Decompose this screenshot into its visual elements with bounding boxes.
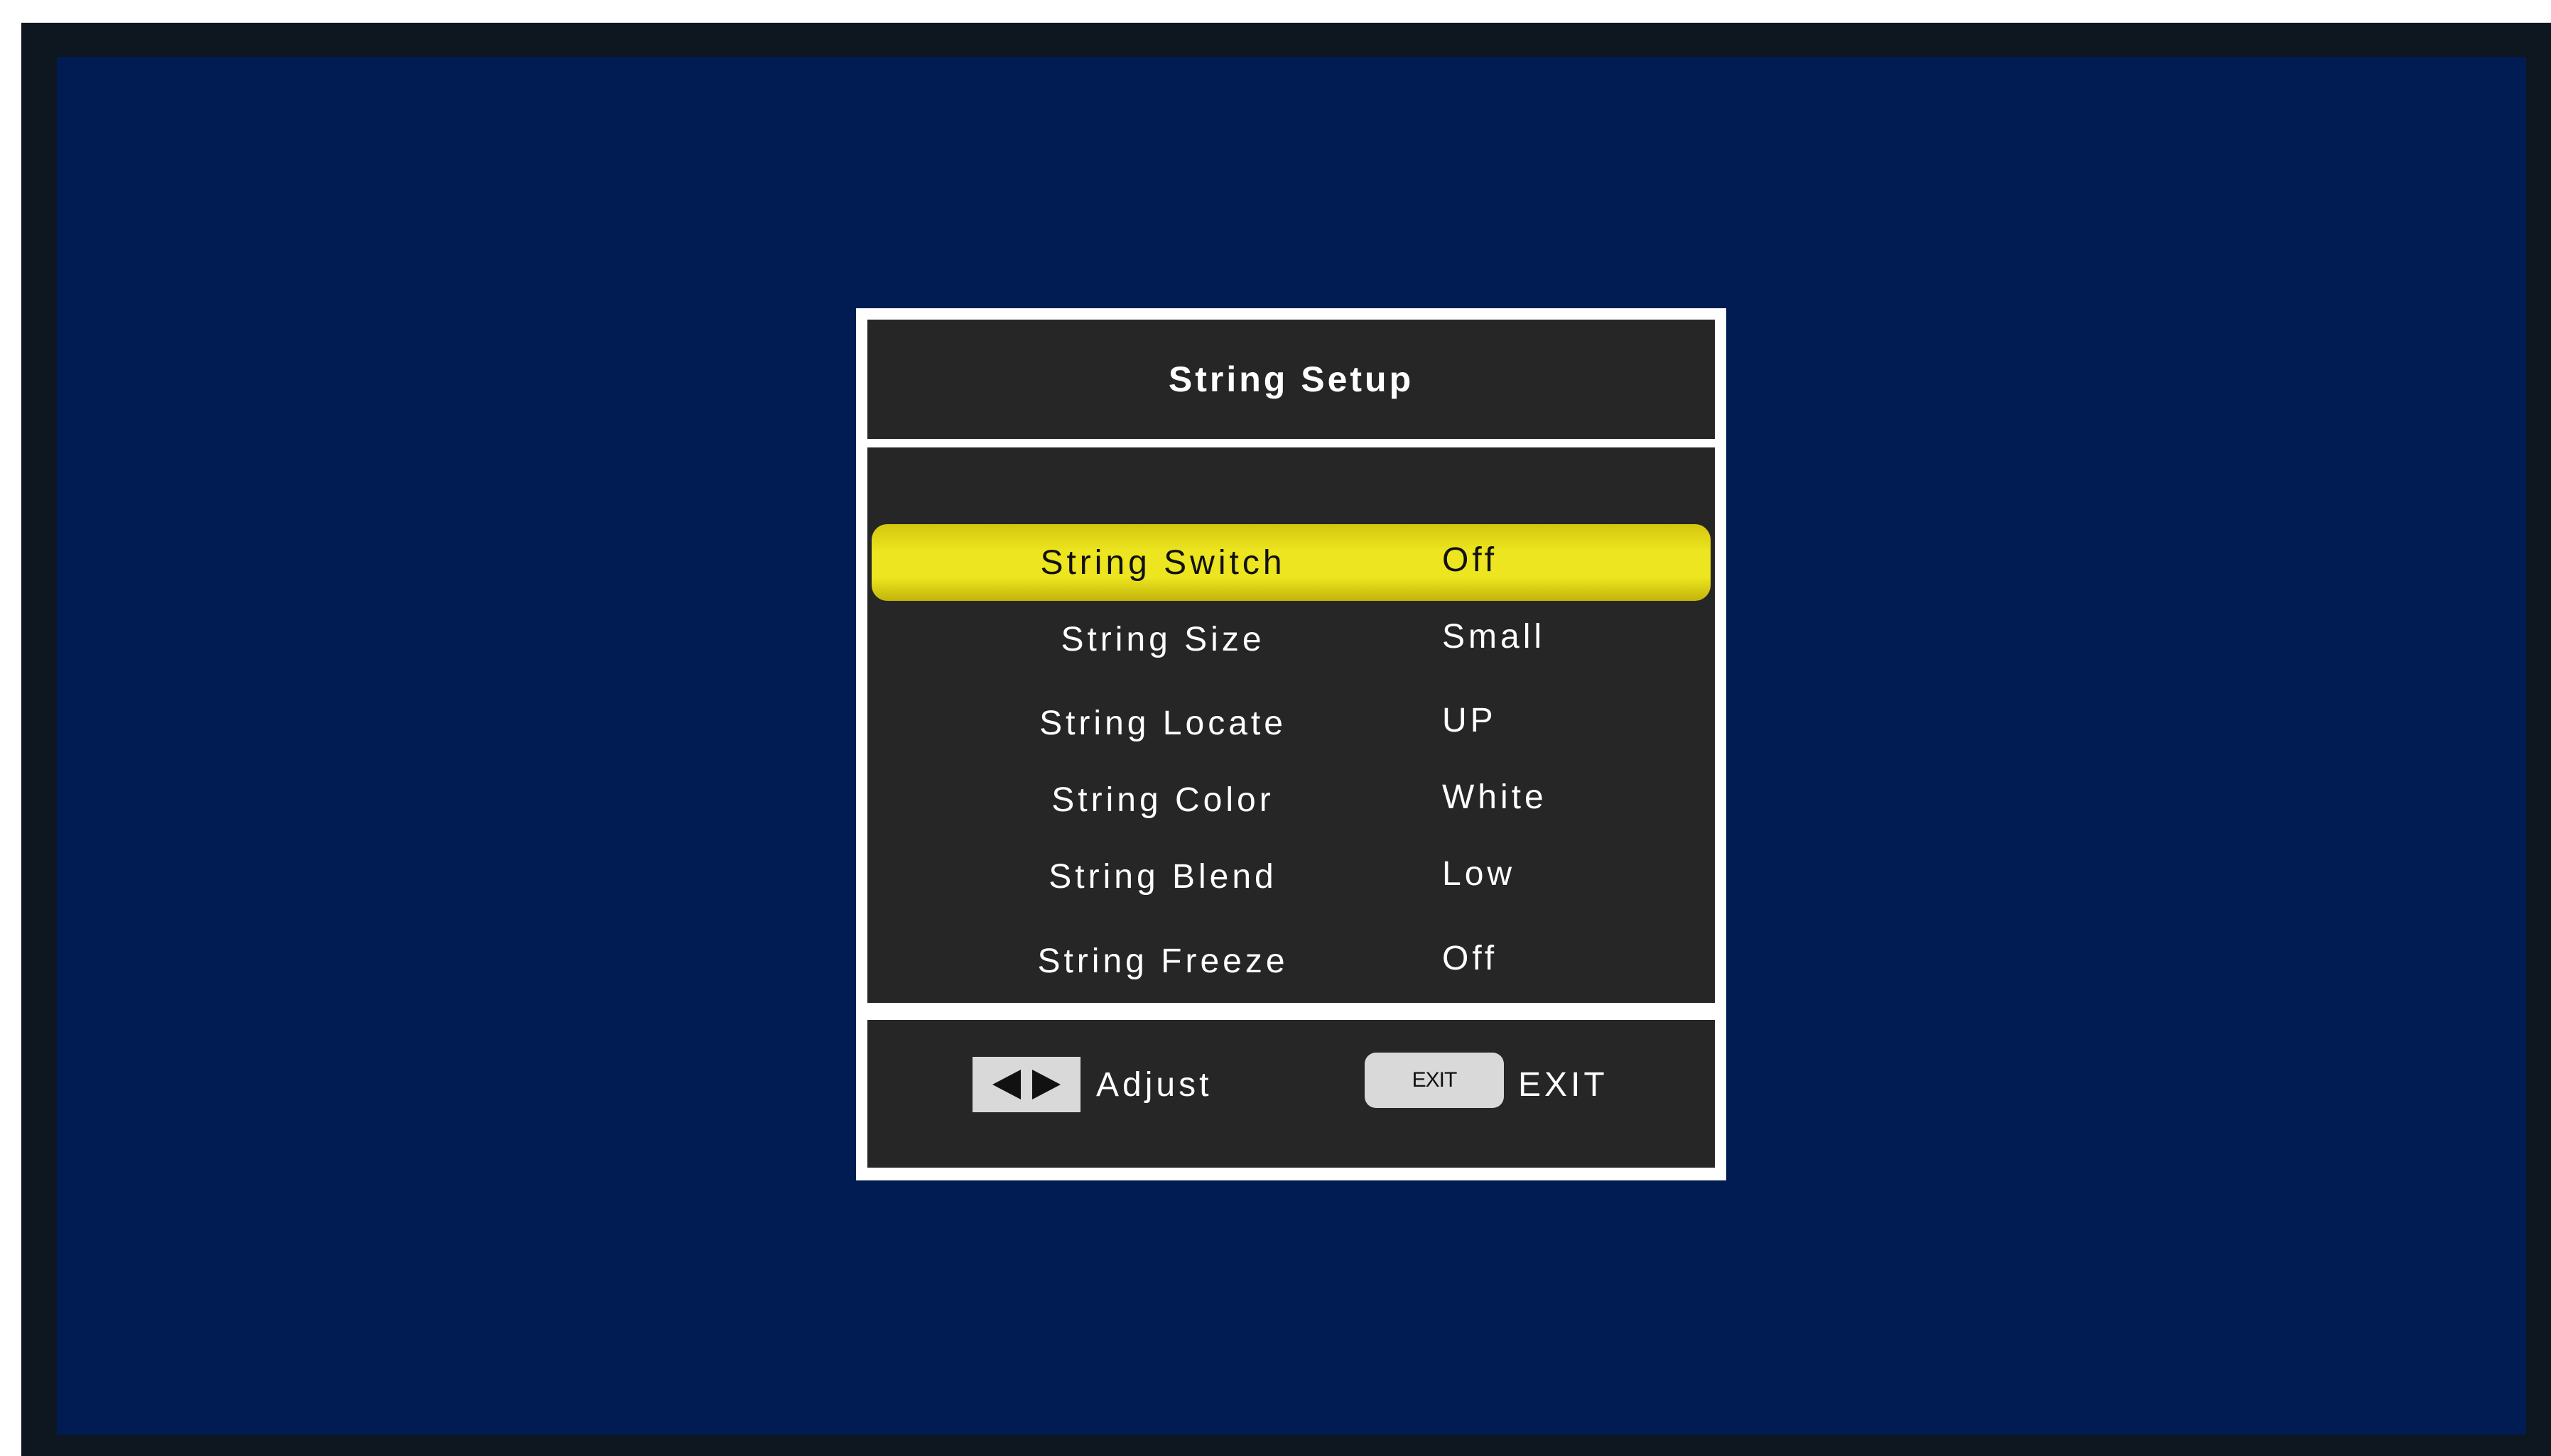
menu-item-string-locate[interactable]: String Locate UP	[872, 685, 1711, 761]
menu-item-value: Low	[1442, 854, 1516, 893]
exit-label: EXIT	[1518, 1065, 1608, 1104]
menu-item-value: Small	[1442, 617, 1546, 656]
osd-menu-list: String Switch Off String Size Small Stri…	[867, 447, 1715, 1003]
exit-button[interactable]: EXIT	[1365, 1053, 1504, 1108]
adjust-label: Adjust	[1096, 1065, 1213, 1104]
osd-header: String Setup	[867, 320, 1715, 439]
menu-item-string-blend[interactable]: String Blend Low	[872, 838, 1711, 915]
menu-item-label: String Color	[1051, 781, 1274, 819]
menu-item-string-freeze[interactable]: String Freeze Off	[872, 923, 1711, 999]
menu-item-label: String Blend	[1049, 857, 1277, 896]
menu-item-value: Off	[1442, 939, 1498, 977]
menu-item-string-size[interactable]: String Size Small	[872, 601, 1711, 678]
osd-footer: Adjust EXIT EXIT	[867, 1020, 1715, 1168]
left-right-arrows-icon[interactable]	[973, 1057, 1080, 1112]
menu-item-label: String Switch	[1040, 543, 1286, 582]
menu-item-value: White	[1442, 778, 1547, 816]
right-arrow-icon	[1032, 1070, 1061, 1099]
menu-item-label: String Size	[1061, 620, 1265, 658]
osd-title: String Setup	[1168, 359, 1414, 399]
menu-item-string-switch[interactable]: String Switch Off	[872, 524, 1711, 601]
menu-item-label: String Locate	[1039, 704, 1287, 742]
menu-item-string-color[interactable]: String Color White	[872, 761, 1711, 838]
osd-menu: String Setup String Switch Off String Si…	[856, 308, 1726, 1180]
menu-item-value: Off	[1442, 540, 1498, 579]
exit-key-label: EXIT	[1412, 1068, 1458, 1092]
left-arrow-icon	[992, 1070, 1021, 1099]
menu-item-label: String Freeze	[1037, 942, 1289, 980]
menu-item-value: UP	[1442, 701, 1497, 739]
